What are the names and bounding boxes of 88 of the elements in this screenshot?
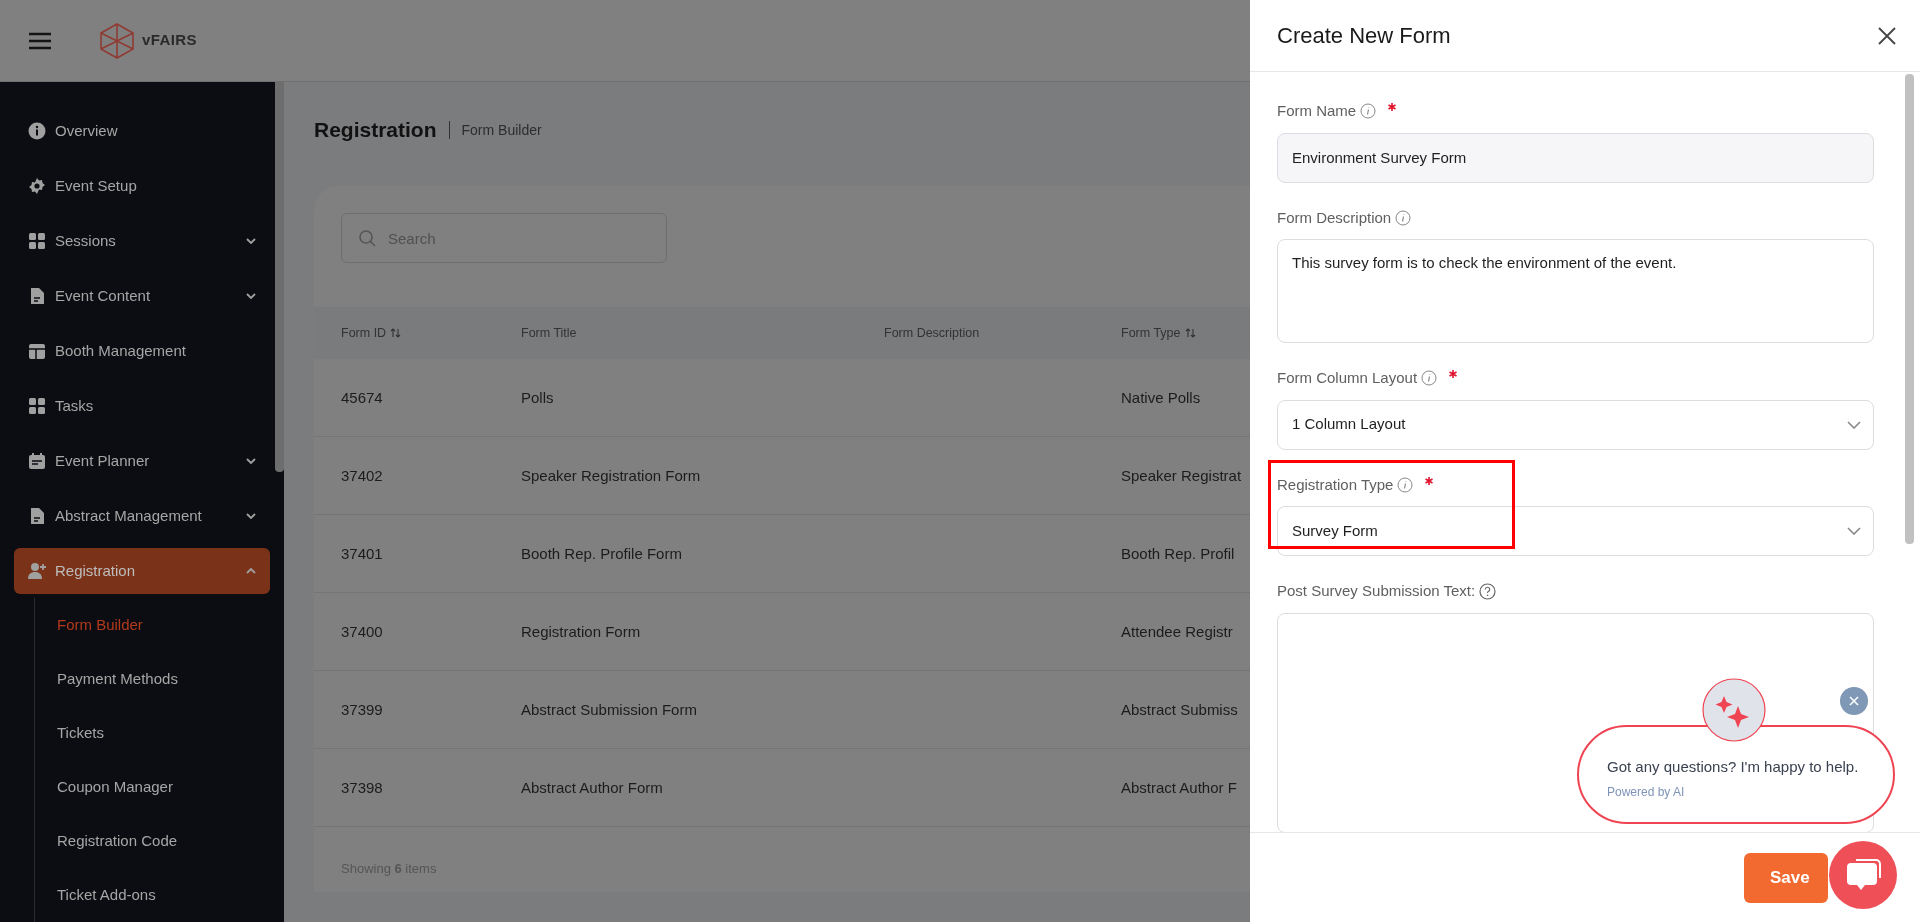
powered-by-text: Powered by AI xyxy=(1607,783,1686,801)
chevron-icon[interactable] xyxy=(246,292,256,299)
input-field[interactable]: Environment Survey Form xyxy=(1277,132,1874,183)
submenu-item[interactable]: Tickets xyxy=(35,705,284,760)
chevron-icon xyxy=(1847,527,1861,535)
chat-message: Got any questions? I'm happy to help. xyxy=(1607,757,1860,777)
logo-icon xyxy=(100,22,134,59)
document-icon xyxy=(28,507,46,526)
sparkle-icon xyxy=(1702,678,1766,742)
sidebar-label: Tasks xyxy=(55,395,95,416)
chat-icon[interactable] xyxy=(1829,841,1897,909)
table-cell: 37399 xyxy=(341,700,383,718)
sidebar-item[interactable]: Sessions xyxy=(14,218,270,264)
table-cell: 37402 xyxy=(341,466,383,484)
sidebar-item[interactable]: Booth Management xyxy=(14,328,270,374)
grid-icon xyxy=(28,231,46,250)
chevron-icon[interactable] xyxy=(246,237,256,244)
scrollbar[interactable] xyxy=(1905,74,1914,544)
table-cell: 37398 xyxy=(341,778,383,796)
table-cell: Registration Form xyxy=(521,622,641,640)
chat-prompt[interactable]: Got any questions? I'm happy to help. Powered by AI xyxy=(1577,725,1895,824)
help-icon[interactable] xyxy=(1479,582,1497,600)
sidebar-item[interactable]: Event Planner xyxy=(14,438,270,484)
select-field[interactable]: Survey Form xyxy=(1277,506,1874,556)
table-cell: Speaker Registrat xyxy=(1121,466,1242,484)
search-icon xyxy=(358,229,376,247)
sidebar-item[interactable]: Overview xyxy=(14,108,270,154)
field-label: Registration Type xyxy=(1277,474,1394,495)
sidebar-item[interactable]: Event Content xyxy=(14,273,270,319)
table-cell: Abstract Author Form xyxy=(521,778,663,796)
user-plus-icon xyxy=(28,562,46,581)
table-cell: Abstract Author F xyxy=(1121,778,1237,796)
sidebar-item[interactable]: Registration xyxy=(14,548,270,594)
sidebar-item[interactable]: Tasks xyxy=(14,383,270,429)
info-icon[interactable] xyxy=(1421,370,1438,387)
info-icon[interactable] xyxy=(1395,209,1412,226)
menu-icon[interactable] xyxy=(28,31,52,50)
table-cell: Polls xyxy=(521,388,554,406)
drawer-title: Create New Form xyxy=(1277,22,1451,50)
sidebar-label: Sessions xyxy=(55,230,117,251)
table-cell: Booth Rep. Profile Form xyxy=(521,544,682,562)
table-cell: Speaker Registration Form xyxy=(521,466,701,484)
field-label: Post Survey Submission Text: xyxy=(1277,581,1476,601)
sidebar-label: Event Planner xyxy=(55,450,151,471)
close-icon[interactable] xyxy=(1878,26,1896,45)
sort-icon[interactable] xyxy=(390,328,402,338)
table-cell: Booth Rep. Profil xyxy=(1121,544,1235,562)
layout-icon xyxy=(28,341,46,360)
sidebar-label: Registration xyxy=(55,560,137,581)
sidebar-label: Booth Management xyxy=(55,340,187,361)
table-cell: 37400 xyxy=(341,622,383,640)
sidebar-label: Event Setup xyxy=(55,175,138,196)
submenu-item[interactable]: Coupon Manager xyxy=(35,759,284,814)
table-cell: 45674 xyxy=(341,388,383,406)
chevron-icon xyxy=(1847,420,1861,429)
sidebar-label: Abstract Management xyxy=(55,505,203,526)
info-icon xyxy=(28,121,46,140)
info-icon[interactable] xyxy=(1360,103,1377,120)
sort-icon[interactable] xyxy=(1184,328,1196,338)
sidebar-label: Overview xyxy=(55,120,119,141)
calendar-icon xyxy=(28,452,46,471)
submenu-item[interactable]: Registration Code xyxy=(35,813,284,868)
field-label: Form Description xyxy=(1277,207,1392,228)
field-label: Form Name xyxy=(1277,101,1357,121)
chevron-icon[interactable] xyxy=(246,458,256,465)
table-cell: Abstract Submission Form xyxy=(521,700,697,718)
field-label: Form Column Layout xyxy=(1277,368,1418,388)
sidebar-label: Event Content xyxy=(55,285,152,306)
sidebar-item[interactable]: Abstract Management xyxy=(14,493,270,539)
sidebar-item[interactable]: Event Setup xyxy=(14,163,270,209)
logo-text: vFAIRS xyxy=(142,30,197,51)
chevron-icon[interactable] xyxy=(246,568,256,575)
scrollbar[interactable] xyxy=(275,82,284,472)
breadcrumb: Form Builder xyxy=(461,120,542,140)
table-cell: Attendee Registr xyxy=(1121,622,1233,640)
table-cell: Native Polls xyxy=(1121,388,1201,406)
table-cell: Abstract Submiss xyxy=(1121,700,1238,718)
submenu-item[interactable]: Payment Methods xyxy=(35,651,284,706)
table-cell: 37401 xyxy=(341,544,383,562)
grid-icon xyxy=(28,397,46,415)
document-icon xyxy=(28,286,46,305)
page-title: Registration xyxy=(314,117,437,144)
text-area[interactable]: This survey form is to check the environment of the event. xyxy=(1277,239,1874,343)
submenu-item[interactable]: Ticket Add-ons xyxy=(35,867,284,922)
select-field[interactable]: 1 Column Layout xyxy=(1277,399,1874,450)
chevron-icon[interactable] xyxy=(246,513,256,520)
info-icon[interactable] xyxy=(1397,476,1414,493)
gear-icon xyxy=(28,176,46,195)
